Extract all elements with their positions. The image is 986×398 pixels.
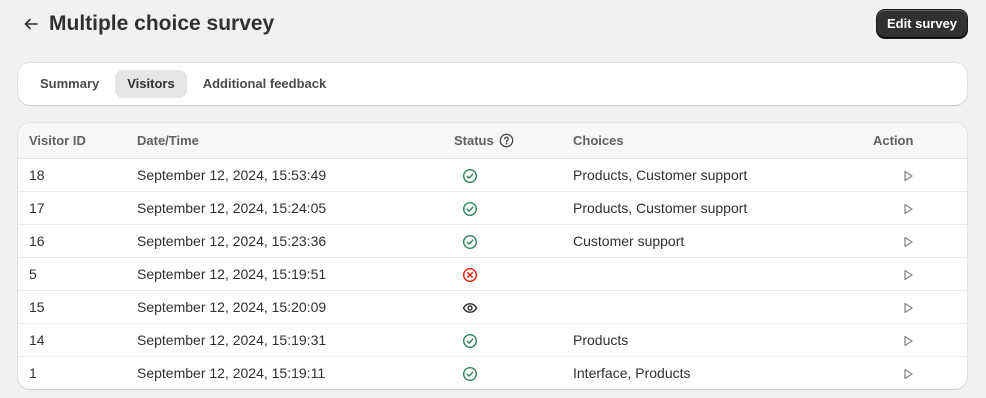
play-button[interactable] xyxy=(897,258,919,291)
visitor-id: 5 xyxy=(29,266,37,282)
play-button[interactable] xyxy=(897,291,919,324)
status-indicator xyxy=(460,324,480,357)
play-icon xyxy=(904,269,913,280)
status-indicator xyxy=(460,192,480,225)
visitor-id: 16 xyxy=(29,233,45,249)
play-icon xyxy=(904,203,913,214)
check-circle-icon xyxy=(462,366,478,381)
visitor-id: 18 xyxy=(29,167,45,183)
play-icon xyxy=(904,368,913,379)
table-row: 1 September 12, 2024, 15:19:11 Interface, … xyxy=(18,357,967,389)
visit-datetime: September 12, 2024, 15:20:09 xyxy=(137,299,327,315)
column-header-status-label: Status xyxy=(454,133,494,148)
check-circle-icon xyxy=(462,168,478,183)
edit-survey-button[interactable]: Edit survey xyxy=(877,10,967,38)
eye-icon xyxy=(462,302,478,313)
visitor-choices: Customer support xyxy=(573,233,685,249)
check-circle-icon xyxy=(462,234,478,249)
visit-datetime: September 12, 2024, 15:53:49 xyxy=(137,167,327,183)
visitors-table: Visitor ID Date/Time Status Choices Acti… xyxy=(18,123,967,389)
play-button[interactable] xyxy=(897,192,919,225)
question-circle-icon[interactable] xyxy=(499,133,514,148)
check-circle-icon xyxy=(462,333,478,348)
back-button[interactable] xyxy=(19,12,43,36)
table-row: 18 September 12, 2024, 15:53:49 Products, … xyxy=(18,159,967,192)
visitor-choices: Products xyxy=(573,332,629,348)
column-header-choices: Choices xyxy=(573,133,624,148)
visit-datetime: September 12, 2024, 15:19:11 xyxy=(137,365,326,381)
column-header-status: Status xyxy=(454,123,514,158)
column-header-action: Action xyxy=(873,133,914,148)
play-button[interactable] xyxy=(897,225,919,258)
page-header: Multiple choice survey Edit survey xyxy=(0,0,986,50)
tabs-bar: Summary Visitors Additional feedback xyxy=(18,63,967,105)
visitor-choices: Interface, Products xyxy=(573,365,691,381)
play-button[interactable] xyxy=(897,324,919,357)
table-row: 5 September 12, 2024, 15:19:51 xyxy=(18,258,967,291)
play-icon xyxy=(904,236,913,247)
arrow-left-icon xyxy=(24,18,38,30)
visit-datetime: September 12, 2024, 15:23:36 xyxy=(137,233,327,249)
status-indicator xyxy=(460,357,480,389)
visit-datetime: September 12, 2024, 15:24:05 xyxy=(137,200,327,216)
table-row: 17 September 12, 2024, 15:24:05 Products, … xyxy=(18,192,967,225)
table-header: Visitor ID Date/Time Status Choices Acti… xyxy=(18,123,967,159)
page-title: Multiple choice survey xyxy=(49,12,275,35)
visitor-choices: Products, Customer support xyxy=(573,167,748,183)
x-circle-icon xyxy=(462,267,478,282)
column-header-datetime[interactable]: Date/Time xyxy=(137,123,199,158)
play-icon xyxy=(904,302,913,313)
tab-visitors[interactable]: Visitors xyxy=(115,70,187,98)
column-header-visitor-id[interactable]: Visitor ID xyxy=(29,123,86,158)
status-indicator xyxy=(460,159,480,192)
visit-datetime: September 12, 2024, 15:19:31 xyxy=(137,332,327,348)
play-icon xyxy=(904,335,913,346)
table-row: 14 September 12, 2024, 15:19:31 Products xyxy=(18,324,967,357)
table-row: 16 September 12, 2024, 15:23:36 Customer s… xyxy=(18,225,967,258)
play-button[interactable] xyxy=(897,159,919,192)
tab-additional-feedback[interactable]: Additional feedback xyxy=(191,70,339,98)
table-row: 15 September 12, 2024, 15:20:09 xyxy=(18,291,967,324)
visitor-id: 15 xyxy=(29,299,45,315)
play-button[interactable] xyxy=(897,357,919,389)
status-indicator xyxy=(460,225,480,258)
visitor-id: 1 xyxy=(29,365,37,381)
visit-datetime: September 12, 2024, 15:19:51 xyxy=(137,266,327,282)
play-icon xyxy=(904,170,913,181)
visitor-id: 14 xyxy=(29,332,45,348)
visitor-choices: Products, Customer support xyxy=(573,200,748,216)
visitor-id: 17 xyxy=(29,200,45,216)
check-circle-icon xyxy=(462,201,478,216)
tab-summary[interactable]: Summary xyxy=(28,70,111,98)
status-indicator xyxy=(460,258,480,291)
status-indicator xyxy=(460,291,480,324)
